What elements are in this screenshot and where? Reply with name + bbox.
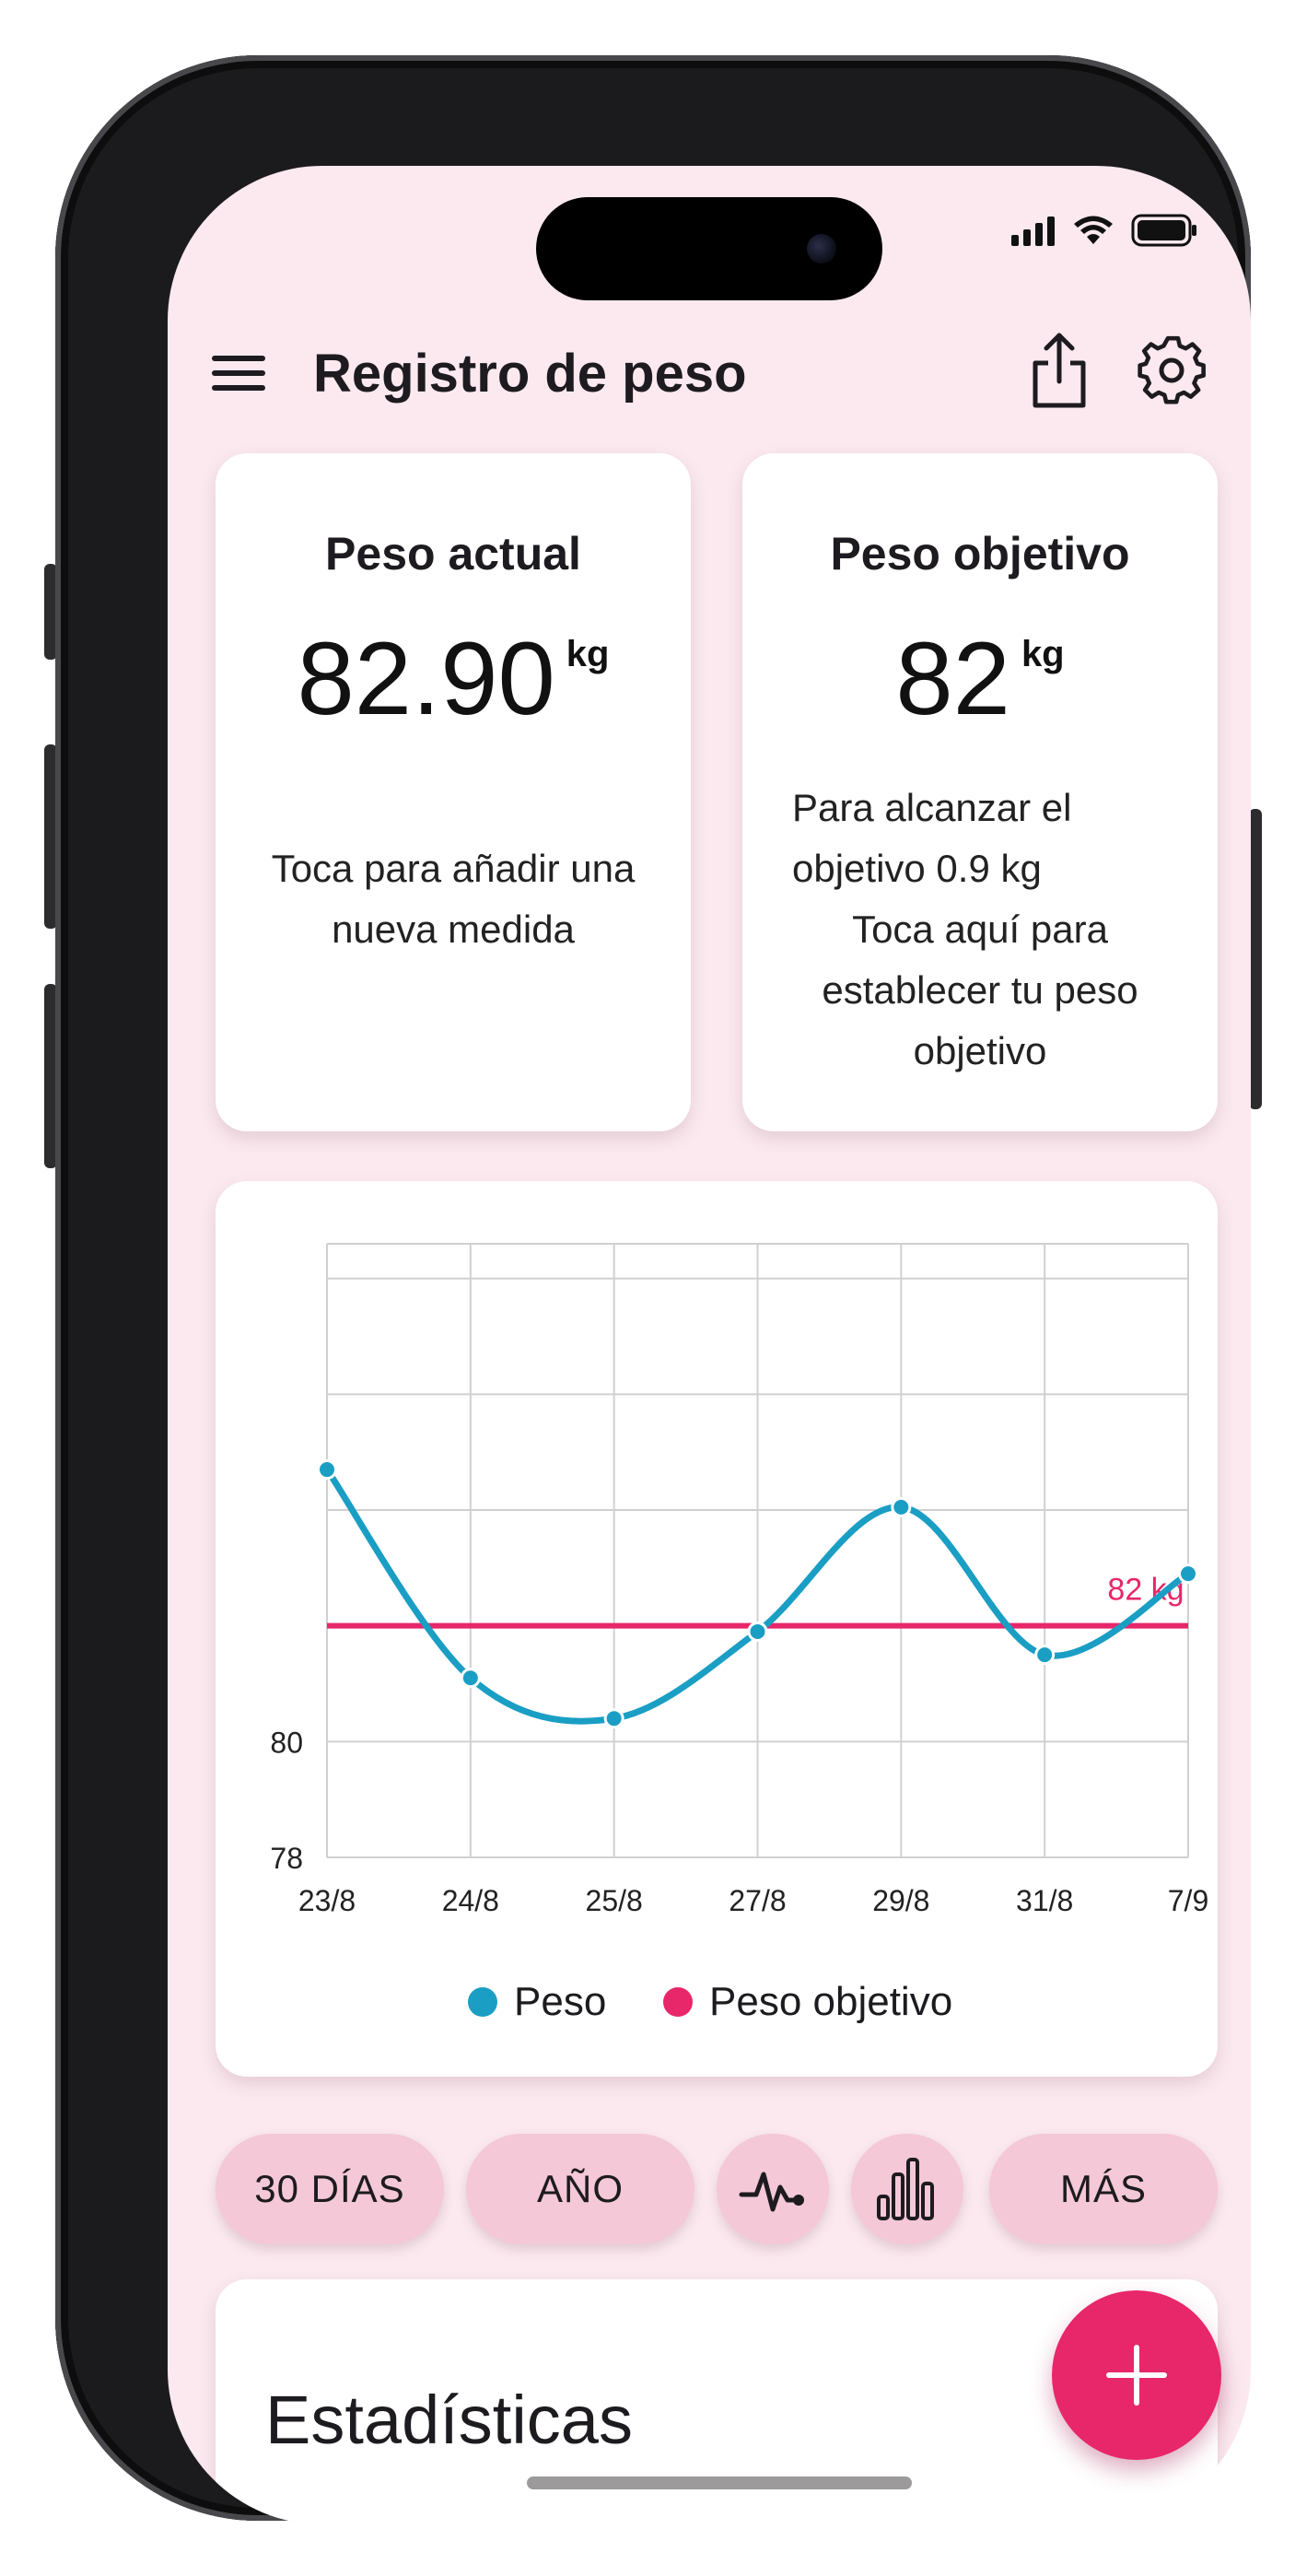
x-axis-tick-label: 7/9 bbox=[1168, 1884, 1208, 1917]
current-weight-value-row: 82.90 kg bbox=[216, 619, 691, 738]
legend-target-marker bbox=[663, 1987, 693, 2017]
dynamic-island bbox=[536, 197, 882, 300]
weight-point bbox=[462, 1670, 478, 1686]
plus-icon bbox=[1106, 2345, 1167, 2406]
weight-point bbox=[750, 1623, 765, 1639]
filter-more-label: MÁS bbox=[1059, 2167, 1147, 2210]
target-weight-unit: kg bbox=[1021, 634, 1065, 674]
target-weight-value-row: 82 kg bbox=[742, 619, 1218, 738]
battery-icon bbox=[1131, 214, 1196, 247]
home-indicator bbox=[527, 2476, 912, 2489]
remaining-to-goal-text: Para alcanzar el objetivo 0.9 kg bbox=[792, 786, 1072, 890]
legend-target-label: Peso objetivo bbox=[709, 1979, 952, 2024]
x-axis-tick-label: 31/8 bbox=[1016, 1884, 1073, 1917]
y-axis-tick-label: 80 bbox=[270, 1726, 303, 1759]
gear-icon[interactable] bbox=[1137, 335, 1207, 405]
weight-point bbox=[1181, 1566, 1196, 1582]
x-axis-tick-label: 27/8 bbox=[729, 1884, 786, 1917]
weight-chart-card: 82 kg 78 80 23/8 24/8 25/8 27/8 29/8 31/8 7/9 Peso… bbox=[216, 1181, 1218, 2077]
range-filter-chips: 30 DÍAS AÑO MÁS bbox=[216, 2134, 1218, 2244]
current-weight-title: Peso actual bbox=[325, 528, 581, 580]
current-weight-unit: kg bbox=[566, 634, 610, 674]
page-title: Registro de peso bbox=[313, 344, 747, 404]
phone-frame: Registro de peso Peso actual 82.90 kg Toc… bbox=[55, 55, 1251, 2524]
current-weight-card[interactable]: Peso actual 82.90 kg Toca para añadir una… bbox=[216, 453, 691, 1131]
filter-year-chip[interactable]: AÑO bbox=[466, 2134, 694, 2244]
weight-point bbox=[1037, 1647, 1053, 1663]
x-axis-tick-label: 29/8 bbox=[872, 1884, 929, 1917]
weight-point bbox=[320, 1462, 334, 1478]
power-button bbox=[1249, 809, 1262, 1109]
x-axis-tick-label: 24/8 bbox=[442, 1884, 499, 1917]
statistics-title: Estadísticas bbox=[265, 2382, 633, 2458]
app-bar: Registro de peso bbox=[168, 295, 1251, 451]
app-screen: Registro de peso Peso actual 82.90 kg Toc… bbox=[168, 166, 1251, 2524]
weight-line-chart: 82 kg 78 80 23/8 24/8 25/8 27/8 29/8 31/8 7/9 Peso… bbox=[270, 1243, 1208, 2024]
filter-30-days-chip[interactable]: 30 DÍAS bbox=[216, 2134, 444, 2244]
hamburger-menu-icon[interactable] bbox=[210, 345, 267, 402]
weight-point bbox=[606, 1711, 622, 1727]
target-weight-value: 82 bbox=[895, 621, 1010, 736]
front-camera bbox=[807, 234, 836, 263]
set-target-hint: Toca aquí para establecer tu peso objeti… bbox=[822, 907, 1138, 1072]
share-icon[interactable] bbox=[1024, 330, 1094, 409]
legend-weight-marker bbox=[468, 1987, 497, 2017]
wifi-icon bbox=[1074, 216, 1113, 244]
activity-line-icon bbox=[739, 2172, 804, 2212]
x-axis-tick-label: 25/8 bbox=[586, 1884, 643, 1917]
filter-more-chip[interactable]: MÁS bbox=[989, 2134, 1218, 2244]
legend-weight-label: Peso bbox=[514, 1979, 606, 2024]
add-measurement-hint: Toca para añadir una nueva medida bbox=[271, 847, 636, 951]
filter-30-days-label: 30 DÍAS bbox=[254, 2167, 405, 2210]
target-weight-card[interactable]: Peso objetivo 82 kg Para alcanzar el obje… bbox=[742, 453, 1218, 1131]
line-chart-chip[interactable] bbox=[717, 2134, 829, 2244]
target-weight-title: Peso objetivo bbox=[830, 528, 1130, 580]
bar-chart-icon bbox=[877, 2158, 934, 2220]
weight-point bbox=[893, 1499, 909, 1515]
target-weight-line-label: 82 kg bbox=[1107, 1573, 1184, 1608]
current-weight-value: 82.90 bbox=[297, 621, 555, 736]
status-bar bbox=[1011, 214, 1197, 247]
filter-year-label: AÑO bbox=[536, 2167, 624, 2210]
bar-chart-chip[interactable] bbox=[851, 2134, 963, 2244]
add-measurement-fab[interactable] bbox=[1052, 2290, 1221, 2460]
x-axis-tick-label: 23/8 bbox=[298, 1884, 356, 1917]
y-axis-tick-label: 78 bbox=[270, 1842, 303, 1875]
signal-icon bbox=[1011, 217, 1055, 246]
